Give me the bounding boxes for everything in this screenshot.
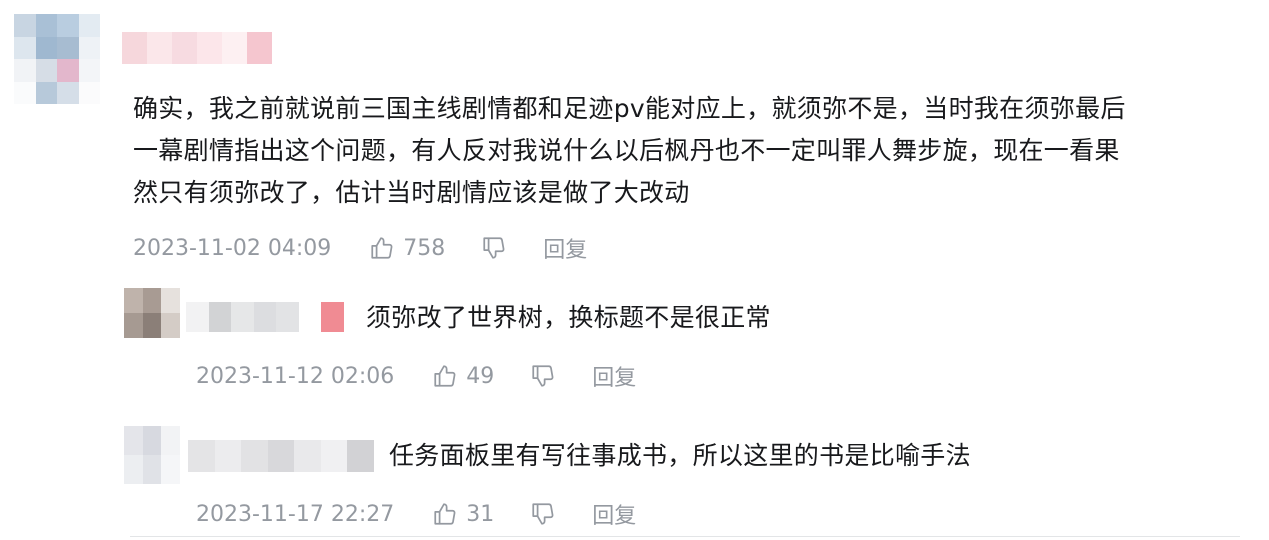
thumbs-up-icon	[434, 503, 456, 525]
avatar[interactable]	[124, 426, 180, 484]
thumbs-up-icon	[371, 237, 393, 259]
timestamp: 2023-11-12 02:06	[196, 363, 395, 389]
reply-meta: 2023-11-17 22:27 31 回复	[196, 498, 636, 530]
like-button[interactable]: 31	[432, 501, 494, 527]
reply-text: 任务面板里有写往事成书，所以这里的书是比喻手法	[389, 441, 971, 470]
comment-line: 确实，我之前就说前三国主线剧情都和足迹pv能对应上，就须弥不是，当时我在须弥最后	[133, 94, 1126, 123]
reply-text: 须弥改了世界树，换标题不是很正常	[366, 303, 771, 332]
reply-button[interactable]: 回复	[592, 360, 636, 392]
avatar[interactable]	[124, 288, 180, 338]
comment-line: 然只有须弥改了，估计当时剧情应该是做了大改动	[133, 178, 690, 207]
avatar[interactable]	[14, 14, 100, 104]
timestamp: 2023-11-17 22:27	[196, 501, 395, 527]
username[interactable]	[122, 32, 272, 64]
dislike-button[interactable]	[530, 501, 556, 527]
thumbs-up-icon	[434, 365, 456, 387]
comment-meta: 2023-11-02 04:09 758 回复	[133, 232, 587, 264]
thumbs-down-icon	[483, 237, 505, 259]
divider	[130, 536, 1240, 537]
like-button[interactable]: 49	[432, 363, 494, 389]
reply-button[interactable]: 回复	[592, 498, 636, 530]
username[interactable]	[186, 302, 344, 332]
like-button[interactable]: 758	[369, 235, 445, 261]
thumbs-down-icon	[532, 365, 554, 387]
like-count: 758	[403, 235, 446, 261]
like-count: 49	[466, 363, 495, 389]
timestamp: 2023-11-02 04:09	[133, 235, 332, 261]
dislike-button[interactable]	[481, 235, 507, 261]
reply-button[interactable]: 回复	[543, 232, 587, 264]
thumbs-down-icon	[532, 503, 554, 525]
reply-meta: 2023-11-12 02:06 49 回复	[196, 360, 636, 392]
like-count: 31	[466, 501, 495, 527]
comment-line: 一幕剧情指出这个问题，有人反对我说什么以后枫丹也不一定叫罪人舞步旋，现在一看果	[133, 136, 1120, 165]
username[interactable]	[188, 440, 374, 472]
dislike-button[interactable]	[530, 363, 556, 389]
comment-text: 确实，我之前就说前三国主线剧情都和足迹pv能对应上，就须弥不是，当时我在须弥最后…	[133, 88, 1243, 214]
